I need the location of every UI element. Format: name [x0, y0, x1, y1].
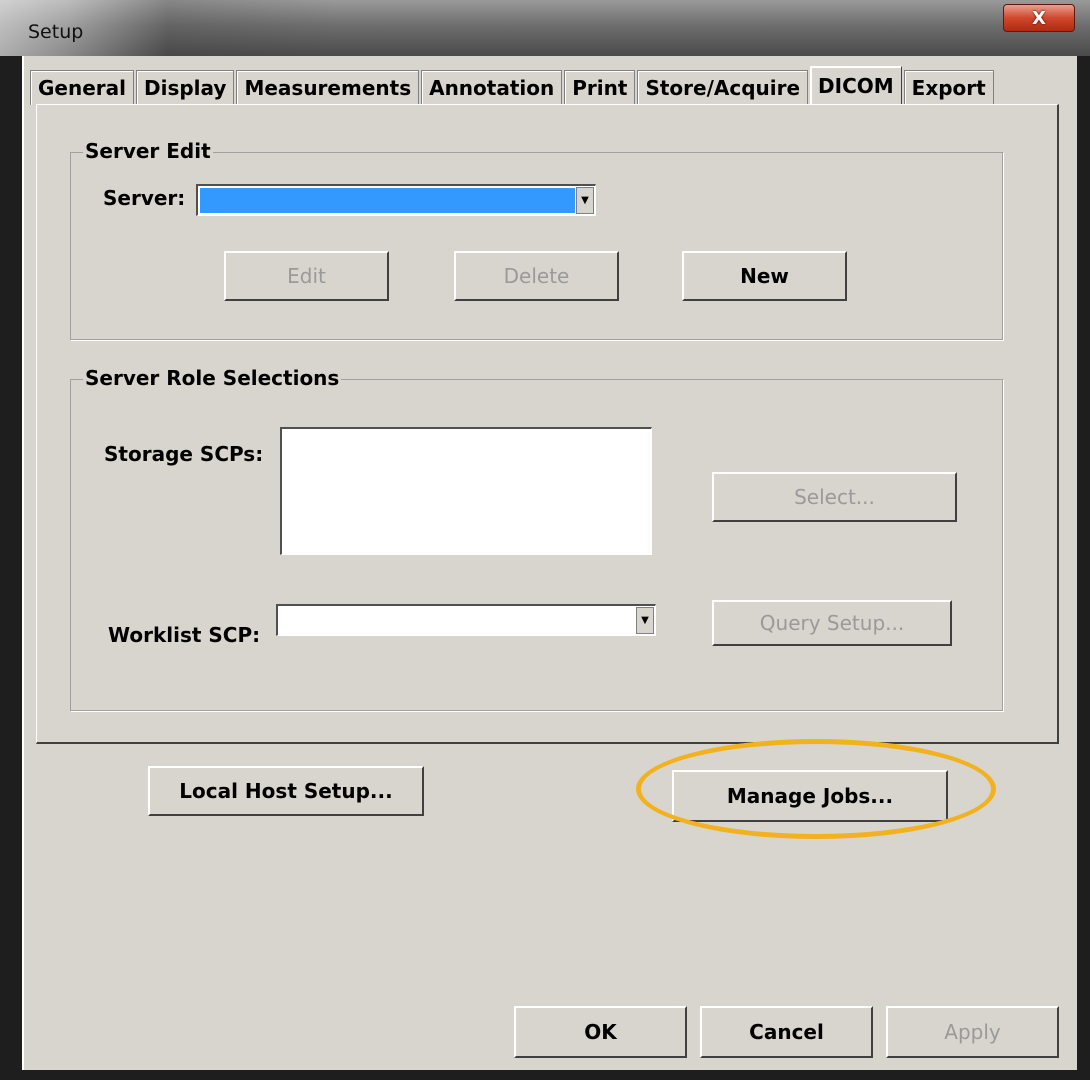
- chevron-down-icon[interactable]: ▼: [576, 187, 594, 214]
- server-selected-value: [200, 188, 575, 213]
- tab-measurements[interactable]: Measurements: [236, 70, 420, 105]
- server-edit-group: Server Edit: [70, 139, 1003, 340]
- close-icon: X: [1032, 7, 1046, 29]
- tab-export[interactable]: Export: [903, 70, 994, 105]
- title-bar: Setup X: [0, 0, 1090, 56]
- storage-scps-list[interactable]: [280, 427, 652, 555]
- delete-button[interactable]: Delete: [454, 251, 619, 301]
- worklist-scp-combobox[interactable]: ▼: [276, 604, 656, 636]
- worklist-selected-value: [280, 608, 635, 633]
- apply-button[interactable]: Apply: [886, 1006, 1059, 1058]
- tab-annotation[interactable]: Annotation: [421, 70, 563, 105]
- tab-strip: General Display Measurements Annotation …: [30, 66, 996, 105]
- server-edit-legend: Server Edit: [83, 139, 213, 163]
- tab-display[interactable]: Display: [136, 70, 235, 105]
- edit-button[interactable]: Edit: [224, 251, 389, 301]
- tab-store-acquire[interactable]: Store/Acquire: [637, 70, 809, 105]
- query-setup-button[interactable]: Query Setup...: [712, 600, 952, 646]
- tab-dicom[interactable]: DICOM: [810, 66, 902, 105]
- ok-button[interactable]: OK: [514, 1006, 687, 1058]
- worklist-scp-label: Worklist SCP:: [108, 623, 261, 647]
- manage-jobs-button[interactable]: Manage Jobs...: [672, 770, 948, 822]
- tab-general[interactable]: General: [30, 70, 134, 105]
- select-button[interactable]: Select...: [712, 472, 957, 522]
- local-host-setup-button[interactable]: Local Host Setup...: [148, 766, 424, 816]
- title-bar-glass: [0, 0, 560, 56]
- server-role-legend: Server Role Selections: [83, 366, 342, 390]
- new-button[interactable]: New: [682, 251, 847, 301]
- server-combobox[interactable]: ▼: [196, 184, 596, 216]
- window-title: Setup: [28, 21, 84, 43]
- server-label: Server:: [103, 186, 186, 210]
- cancel-button[interactable]: Cancel: [700, 1006, 873, 1058]
- tab-print[interactable]: Print: [564, 70, 636, 105]
- close-button[interactable]: X: [1003, 4, 1075, 32]
- chevron-down-icon[interactable]: ▼: [636, 607, 654, 634]
- storage-scps-label: Storage SCPs:: [104, 442, 264, 466]
